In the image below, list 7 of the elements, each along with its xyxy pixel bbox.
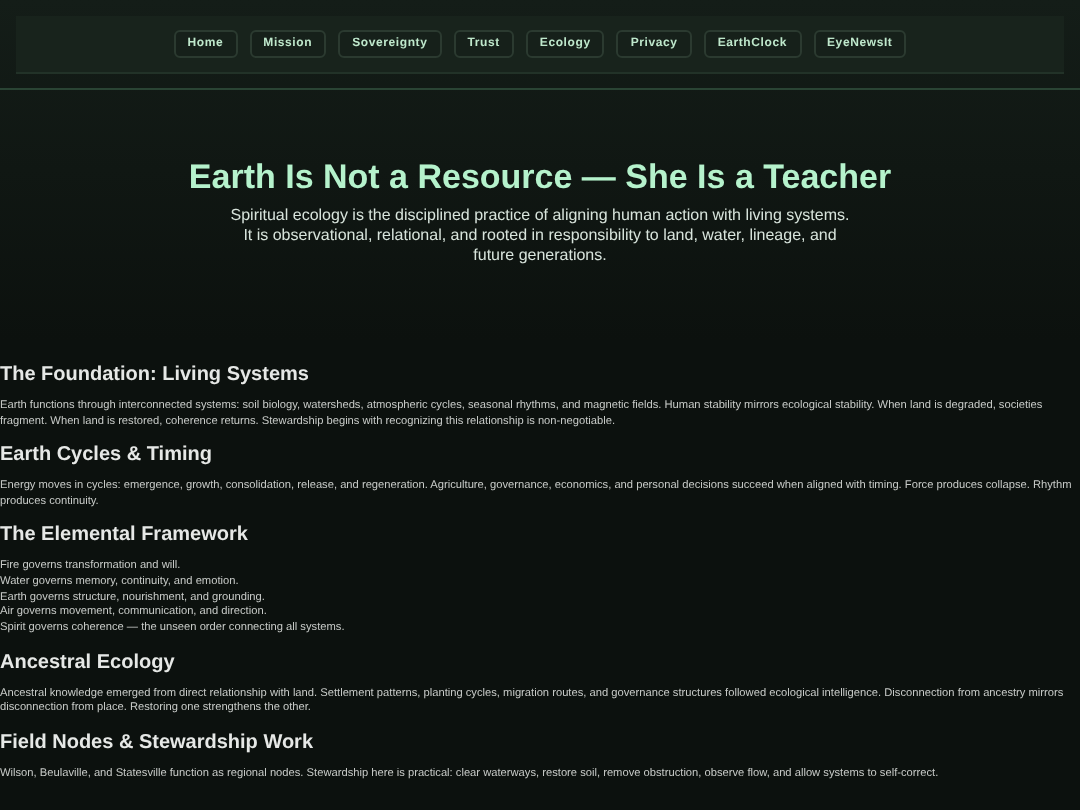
section-heading: Field Nodes & Stewardship Work [0, 732, 316, 755]
section-heading: The Elemental Framework [0, 524, 250, 547]
section-heading: The Foundation: Living Systems [0, 364, 311, 386]
section-heading: Earth Cycles & Timing [0, 444, 214, 467]
intro-text: Spiritual ecology is the disciplined practice of aligning human action with living systems. It is observational, relational, and rooted in responsibility to land, water, lineage, and future generations. [230, 206, 850, 266]
page-title: Earth Is Not a Resource — She Is a Teacher [186, 158, 894, 198]
section-heading: Ancestral Ecology [0, 651, 177, 674]
